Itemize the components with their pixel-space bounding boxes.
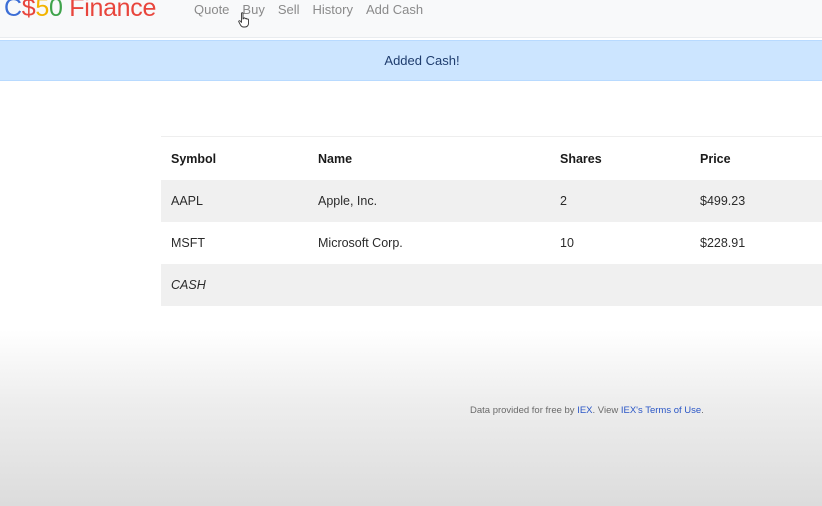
cell-price: $499.23 <box>700 194 746 208</box>
nav-quote-link[interactable]: Quote <box>194 2 229 18</box>
footer-middle: . View <box>592 405 621 416</box>
success-alert: Added Cash! <box>0 40 822 81</box>
brand-letter-0: 0 <box>48 0 63 22</box>
brand-logo[interactable]: C$50 Finance <box>4 0 156 23</box>
cell-shares: 2 <box>560 194 567 208</box>
table-row: AAPL Apple, Inc. 2 $499.23 <box>161 180 822 222</box>
cell-shares: 10 <box>560 236 574 250</box>
header-price: Price <box>700 151 731 166</box>
nav-links: Quote Buy Sell History Add Cash <box>194 2 436 18</box>
cell-symbol: AAPL <box>171 194 203 208</box>
footer-attribution: Data provided for free by IEX. View IEX'… <box>470 405 704 416</box>
iex-terms-link[interactable]: IEX's Terms of Use <box>621 405 701 416</box>
cell-name: Microsoft Corp. <box>318 236 403 250</box>
header-shares: Shares <box>560 151 602 166</box>
cell-symbol: MSFT <box>171 236 206 250</box>
header-name: Name <box>318 151 353 166</box>
table-row-cash: CASH <box>161 264 822 306</box>
table-row: MSFT Microsoft Corp. 10 $228.91 <box>161 222 822 264</box>
footer-suffix: . <box>701 405 704 416</box>
brand-word-finance: Finance <box>62 0 157 22</box>
table-header-row: Symbol Name Shares Price <box>161 137 822 180</box>
cell-price: $228.91 <box>700 236 746 250</box>
nav-add-cash-link[interactable]: Add Cash <box>366 2 423 18</box>
portfolio-table: Symbol Name Shares Price AAPL Apple, Inc… <box>161 136 822 306</box>
brand-letter-c: C <box>4 0 22 22</box>
alert-message: Added Cash! <box>384 53 460 68</box>
hand-cursor-icon <box>238 12 249 28</box>
brand-letter-5: 5 <box>35 0 49 22</box>
footer-prefix: Data provided for free by <box>470 405 578 416</box>
iex-link[interactable]: IEX <box>577 405 592 416</box>
header-symbol: Symbol <box>171 151 217 166</box>
nav-history-link[interactable]: History <box>313 2 353 18</box>
cell-symbol-cash: CASH <box>171 278 206 292</box>
brand-letter-dollar: $ <box>21 0 36 22</box>
cell-name: Apple, Inc. <box>318 194 378 208</box>
nav-sell-link[interactable]: Sell <box>278 2 300 18</box>
navbar: C$50 Finance Quote Buy Sell History Add … <box>0 0 822 38</box>
